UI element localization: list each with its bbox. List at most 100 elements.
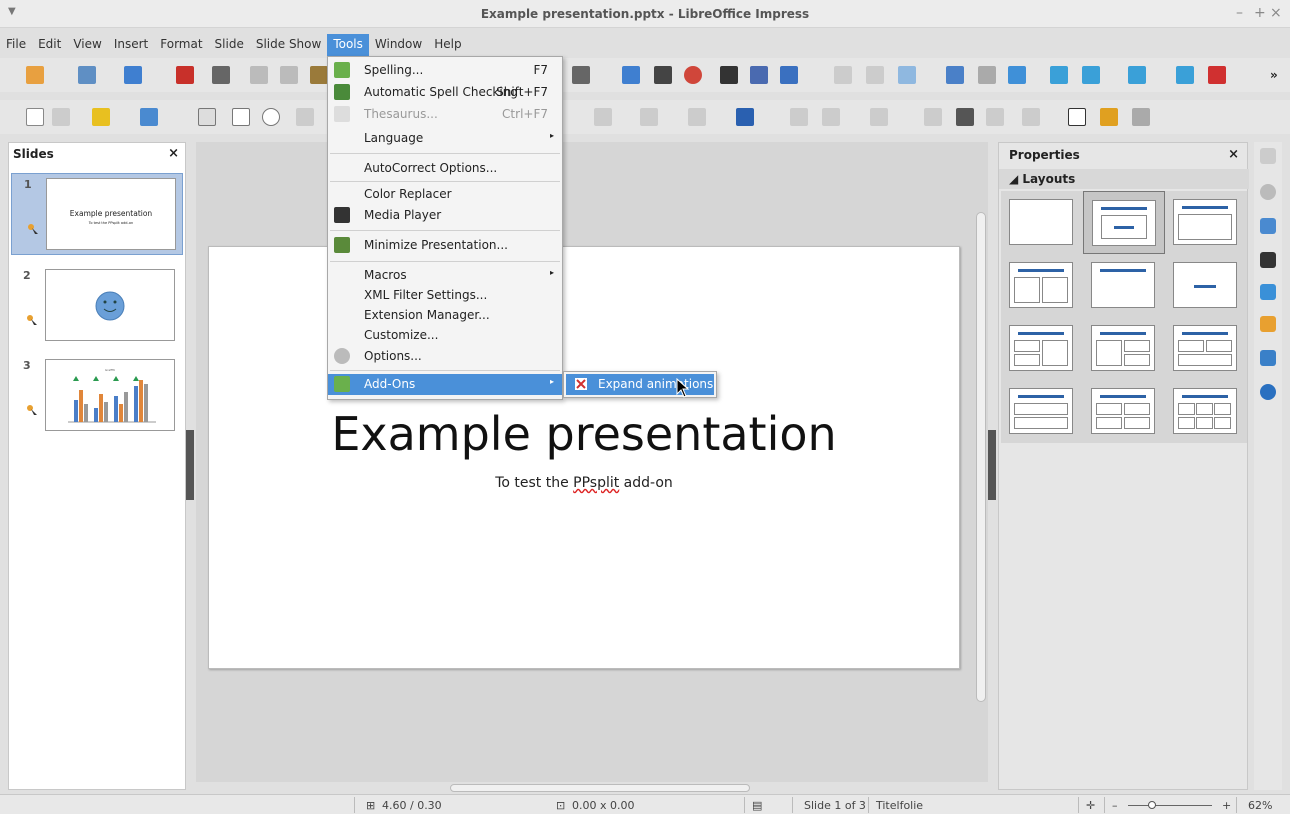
layout-title-2-content-content[interactable] xyxy=(1001,317,1083,380)
menu-item-minimize-presentation[interactable]: Minimize Presentation... xyxy=(328,235,562,256)
new-slide-icon[interactable] xyxy=(1128,66,1146,84)
print-icon[interactable] xyxy=(212,66,230,84)
menu-help[interactable]: Help xyxy=(428,34,467,56)
slide-subtitle[interactable]: To test the PPsplit add-on xyxy=(209,475,959,491)
slide-layout-icon[interactable] xyxy=(1008,66,1026,84)
slides-pane-collapse-handle[interactable] xyxy=(186,430,194,500)
duplicate-slide-icon[interactable] xyxy=(1176,66,1194,84)
menu-window[interactable]: Window xyxy=(369,34,428,56)
distribute-icon[interactable] xyxy=(924,108,942,126)
close-window-button[interactable]: × xyxy=(1270,5,1282,21)
layout-title-content-over-content[interactable] xyxy=(1001,380,1083,443)
menu-file[interactable]: File xyxy=(0,34,32,56)
properties-close-button[interactable]: × xyxy=(1228,147,1239,162)
zoom-pan-icon[interactable] xyxy=(52,108,70,126)
star-icon[interactable] xyxy=(688,108,706,126)
line-color-icon[interactable] xyxy=(92,108,110,126)
layout-centered-text[interactable] xyxy=(1165,254,1247,317)
select-arrow-icon[interactable] xyxy=(26,108,44,126)
glue-points-icon[interactable] xyxy=(1100,108,1118,126)
menu-insert[interactable]: Insert xyxy=(108,34,154,56)
master-slide-icon[interactable] xyxy=(946,66,964,84)
menu-tools[interactable]: Tools xyxy=(327,34,369,56)
save-icon[interactable] xyxy=(124,66,142,84)
zoom-in-button[interactable]: + xyxy=(1222,799,1231,812)
settings-icon[interactable] xyxy=(978,66,996,84)
copy-icon[interactable] xyxy=(280,66,298,84)
image-icon[interactable] xyxy=(622,66,640,84)
helplines-icon[interactable] xyxy=(866,66,884,84)
slide-thumbnail-2[interactable]: 2 xyxy=(11,265,183,347)
polygon-icon[interactable] xyxy=(1068,108,1086,126)
document-modified-icon[interactable]: ▤ xyxy=(752,799,762,812)
zoom-slider[interactable] xyxy=(1128,805,1212,806)
open-folder-icon[interactable] xyxy=(78,66,96,84)
maximize-button[interactable]: + xyxy=(1254,5,1266,21)
callout-icon[interactable] xyxy=(640,108,658,126)
fill-color-icon[interactable] xyxy=(140,108,158,126)
zoom-slider-knob[interactable] xyxy=(1148,801,1156,809)
align-icon[interactable] xyxy=(822,108,840,126)
display-views-icon[interactable] xyxy=(898,66,916,84)
menu-item-customize[interactable]: Customize... xyxy=(328,325,562,346)
menu-format[interactable]: Format xyxy=(154,34,208,56)
toolbar-overflow-icon[interactable]: » xyxy=(1270,68,1278,82)
layout-title-2-content-over-content[interactable] xyxy=(1165,317,1247,380)
chart-icon[interactable] xyxy=(684,66,702,84)
table-icon[interactable] xyxy=(572,66,590,84)
delete-slide-icon[interactable] xyxy=(1208,66,1226,84)
layout-title-6-content[interactable] xyxy=(1165,380,1247,443)
extrusion-icon[interactable] xyxy=(1132,108,1150,126)
layout-title-content[interactable] xyxy=(1165,191,1247,254)
start-current-slide-icon[interactable] xyxy=(1082,66,1100,84)
layout-title-only[interactable] xyxy=(1083,254,1165,317)
export-pdf-icon[interactable] xyxy=(176,66,194,84)
rotate-icon[interactable] xyxy=(790,108,808,126)
menu-item-macros[interactable]: Macros ▸ xyxy=(328,265,562,286)
gallery-icon[interactable] xyxy=(1260,350,1276,366)
sidebar-settings-icon[interactable] xyxy=(1260,148,1276,164)
new-presentation-icon[interactable] xyxy=(26,66,44,84)
slide-thumbnail-3[interactable]: 3 Graffiti xyxy=(11,355,183,437)
crop-icon[interactable] xyxy=(986,108,1004,126)
media-icon[interactable] xyxy=(654,66,672,84)
slide-transition-icon[interactable] xyxy=(1260,218,1276,234)
grid-icon[interactable] xyxy=(834,66,852,84)
slides-pane-close-button[interactable]: × xyxy=(168,146,179,161)
slide-canvas[interactable]: Example presentation To test the PPsplit… xyxy=(208,246,960,669)
menu-item-xml-filter[interactable]: XML Filter Settings... xyxy=(328,285,562,306)
points-icon[interactable] xyxy=(1022,108,1040,126)
horizontal-scrollbar[interactable] xyxy=(450,784,750,792)
navigator-icon[interactable] xyxy=(1260,384,1276,400)
custom-animation-tab-icon[interactable] xyxy=(1260,252,1276,268)
zoom-out-button[interactable]: – xyxy=(1112,799,1118,812)
paste-icon[interactable] xyxy=(310,66,328,84)
arrow-line-icon[interactable] xyxy=(296,108,314,126)
menu-item-expand-animations[interactable]: Expand animations xyxy=(566,374,714,395)
menu-slide[interactable]: Slide xyxy=(209,34,250,56)
master-slides-icon[interactable] xyxy=(1260,284,1276,300)
layout-title-content-2-content[interactable] xyxy=(1083,317,1165,380)
line-icon[interactable] xyxy=(198,108,216,126)
menu-item-add-ons[interactable]: Add-Ons ▸ xyxy=(328,374,562,395)
menu-item-autocorrect[interactable]: AutoCorrect Options... xyxy=(328,158,562,179)
start-first-slide-icon[interactable] xyxy=(1050,66,1068,84)
styles-icon[interactable] xyxy=(1260,316,1276,332)
ellipse-icon[interactable] xyxy=(262,108,280,126)
menu-item-extension-manager[interactable]: Extension Manager... xyxy=(328,305,562,326)
rectangle-icon[interactable] xyxy=(232,108,250,126)
minimize-button[interactable]: – xyxy=(1236,5,1243,21)
menu-item-thesaurus[interactable]: Thesaurus... Ctrl+F7 xyxy=(328,104,562,125)
menu-item-spelling[interactable]: Spelling... F7 xyxy=(328,60,562,81)
3d-object-icon[interactable] xyxy=(736,108,754,126)
menu-slide-show[interactable]: Slide Show xyxy=(250,34,327,56)
sidebar-collapse-handle[interactable] xyxy=(988,430,996,500)
menu-item-auto-spellcheck[interactable]: Automatic Spell Checking Shift+F7 xyxy=(328,82,562,103)
flowchart-icon[interactable] xyxy=(594,108,612,126)
layout-title-slide[interactable] xyxy=(1083,191,1165,254)
text-box-icon[interactable] xyxy=(720,66,738,84)
cut-icon[interactable] xyxy=(250,66,268,84)
vertical-scroll-thumb[interactable] xyxy=(976,212,986,702)
arrange-icon[interactable] xyxy=(870,108,888,126)
fit-slide-icon[interactable]: ✛ xyxy=(1086,799,1095,812)
